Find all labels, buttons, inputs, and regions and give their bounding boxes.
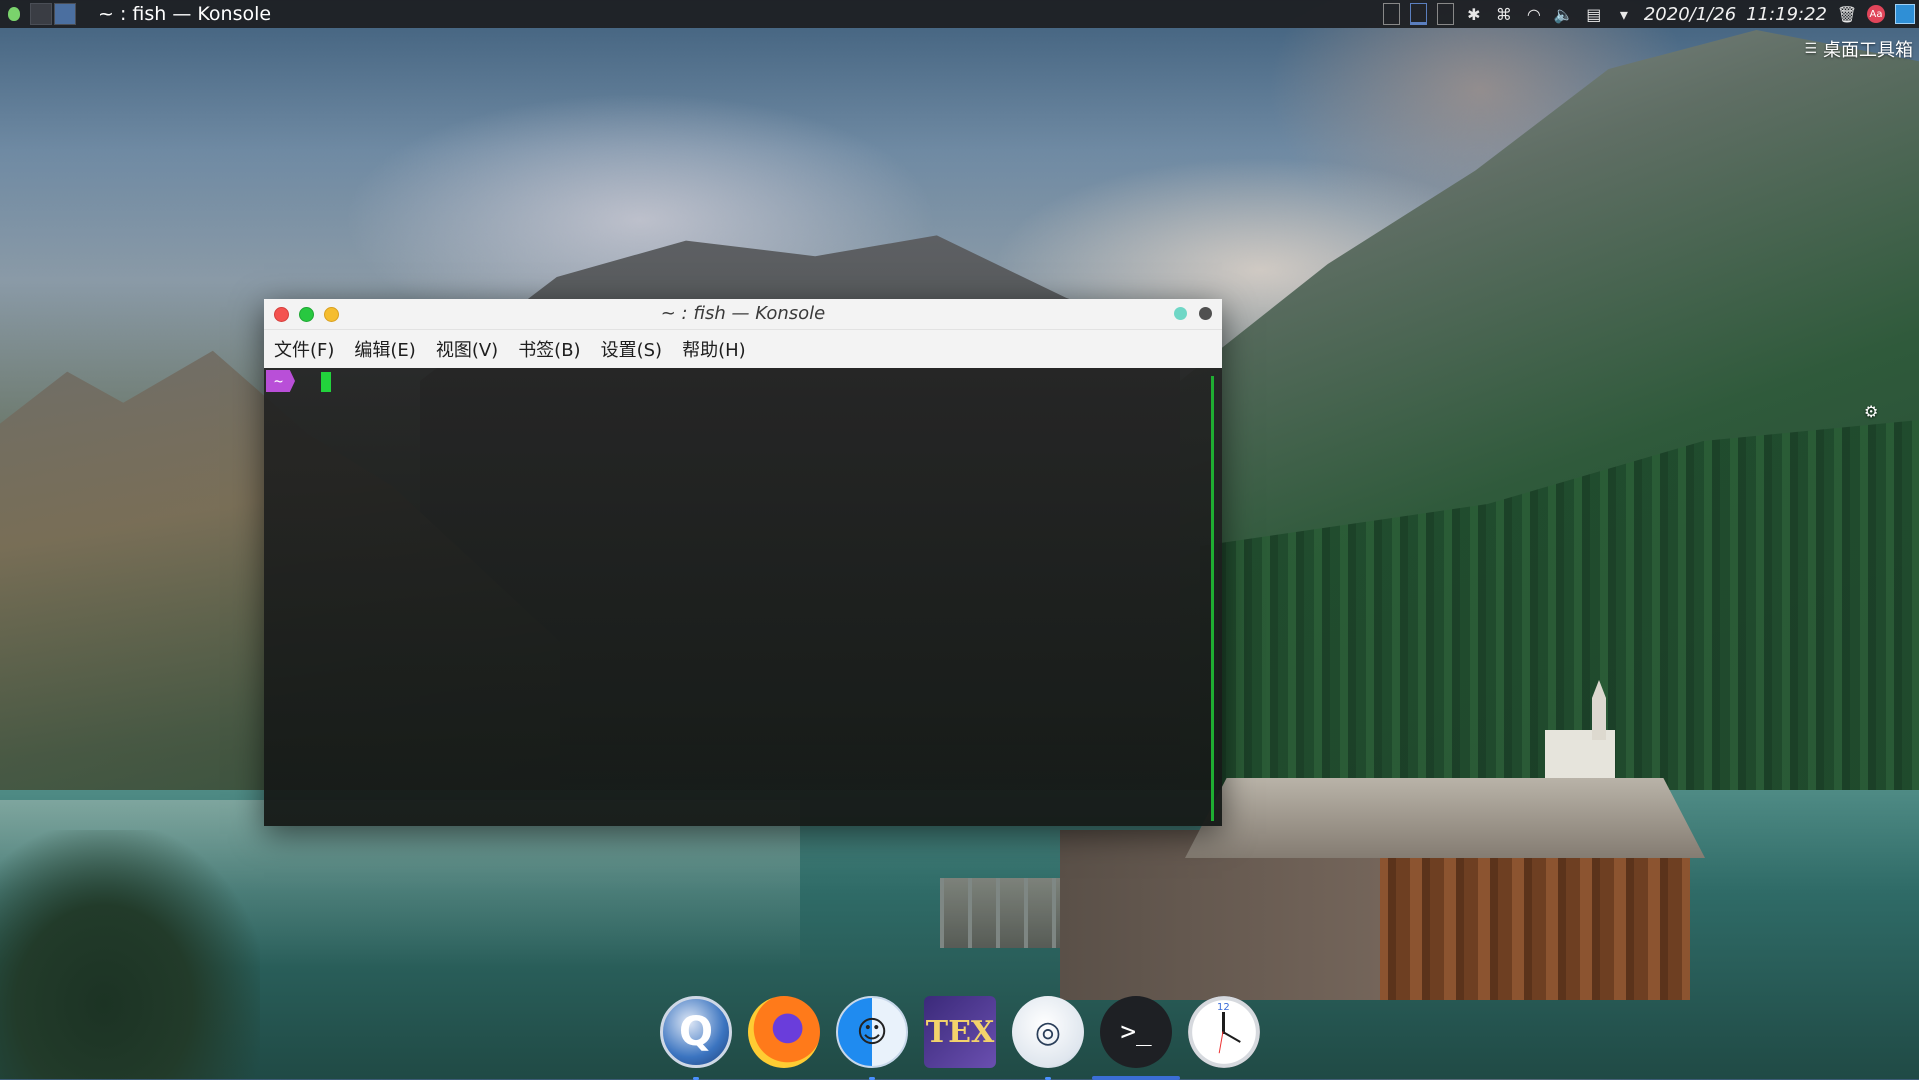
- panel-left: ~ : fish — Konsole: [0, 0, 271, 28]
- window-controls: [274, 306, 339, 322]
- show-desktop-icon[interactable]: [1895, 4, 1915, 24]
- desktop-toolbox-label: 桌面工具箱: [1823, 40, 1913, 61]
- pager-desktop-1[interactable]: [30, 3, 52, 25]
- maximize-button[interactable]: [299, 306, 314, 322]
- clock-icon: 12: [1188, 996, 1260, 1068]
- app-launcher-icon[interactable]: [0, 0, 28, 28]
- minimize-button[interactable]: [324, 306, 339, 322]
- menubar: 文件(F) 编辑(E) 视图(V) 书签(B) 设置(S) 帮助(H): [264, 330, 1222, 368]
- pager-widget[interactable]: [30, 3, 76, 25]
- dock-qtcreator[interactable]: Q: [660, 996, 732, 1080]
- window-menu-button[interactable]: [1199, 307, 1212, 320]
- close-button[interactable]: [274, 306, 289, 322]
- window-extra-controls: [1174, 307, 1212, 320]
- clock-minute-hand: [1222, 1031, 1241, 1043]
- dock-preview[interactable]: ◎: [1012, 996, 1084, 1080]
- dock-clock[interactable]: 12: [1188, 996, 1260, 1068]
- menu-view[interactable]: 视图(V): [436, 336, 498, 362]
- volume-icon[interactable]: 🔈: [1554, 4, 1574, 24]
- bluetooth-icon[interactable]: ✱: [1464, 4, 1484, 24]
- desktop-toolbox-button[interactable]: ☰ 桌面工具箱: [1804, 36, 1913, 62]
- virtual-desktop-2[interactable]: [1409, 3, 1427, 25]
- trash-icon[interactable]: 🗑: [1837, 4, 1857, 24]
- dock-texstudio[interactable]: TEX: [924, 996, 996, 1068]
- widget-settings-gear-icon[interactable]: ⚙: [1864, 402, 1878, 421]
- clipboard-icon[interactable]: ▤: [1584, 4, 1604, 24]
- menu-edit[interactable]: 编辑(E): [354, 336, 415, 362]
- finder-icon: ☺: [836, 996, 908, 1068]
- preview-icon: ◎: [1012, 996, 1084, 1068]
- terminal-area[interactable]: ~: [264, 368, 1222, 826]
- keep-above-button[interactable]: [1174, 307, 1187, 320]
- dock: Q ☺ TEX ◎ >_ 12: [655, 985, 1265, 1080]
- menu-help[interactable]: 帮助(H): [682, 336, 746, 362]
- dock-terminal[interactable]: >_: [1092, 996, 1180, 1080]
- active-window-title[interactable]: ~ : fish — Konsole: [98, 3, 271, 25]
- pager-desktop-2[interactable]: [54, 3, 76, 25]
- dock-finder[interactable]: ☺: [836, 996, 908, 1080]
- wallpaper-cabin-roof: [1185, 778, 1705, 858]
- dock-firefox[interactable]: [748, 996, 820, 1068]
- firefox-icon: [748, 996, 820, 1068]
- terminal-cursor: [321, 372, 331, 392]
- menu-settings[interactable]: 设置(S): [601, 336, 662, 362]
- terminal-scrollbar[interactable]: [1211, 376, 1214, 821]
- active-indicator: [1092, 1076, 1180, 1080]
- wallpaper-tree: [0, 830, 260, 1079]
- virtual-desktop-1[interactable]: [1382, 3, 1400, 25]
- menu-file[interactable]: 文件(F): [274, 336, 334, 362]
- expand-arrow-icon[interactable]: ▾: [1614, 4, 1634, 24]
- terminal-icon: >_: [1100, 996, 1172, 1068]
- texstudio-icon: TEX: [924, 996, 996, 1068]
- virtual-desktop-3[interactable]: [1436, 3, 1454, 25]
- wifi-icon[interactable]: ◠: [1524, 4, 1544, 24]
- konsole-window: ~ : fish — Konsole 文件(F) 编辑(E) 视图(V) 书签(…: [264, 299, 1222, 826]
- window-titlebar[interactable]: ~ : fish — Konsole: [264, 299, 1222, 330]
- input-method-icon[interactable]: Aa: [1867, 5, 1885, 23]
- fish-prompt: ~: [266, 370, 296, 392]
- clock-date[interactable]: 2020/1/26: [1644, 4, 1736, 25]
- keyboard-icon[interactable]: ⌘: [1494, 4, 1514, 24]
- toolbox-icon: ☰: [1804, 41, 1817, 57]
- qtcreator-icon: Q: [660, 996, 732, 1068]
- clock-second-hand: [1218, 1031, 1224, 1054]
- system-tray: ✱ ⌘ ◠ 🔈 ▤ ▾ 2020/1/26 11:19:22 🗑 Aa: [1382, 3, 1919, 25]
- clock-time[interactable]: 11:19:22: [1746, 4, 1827, 25]
- menu-bookmarks[interactable]: 书签(B): [518, 336, 580, 362]
- top-panel: ~ : fish — Konsole ✱ ⌘ ◠ 🔈 ▤ ▾ 2020/1/26…: [0, 0, 1919, 28]
- window-title: ~ : fish — Konsole: [660, 303, 826, 324]
